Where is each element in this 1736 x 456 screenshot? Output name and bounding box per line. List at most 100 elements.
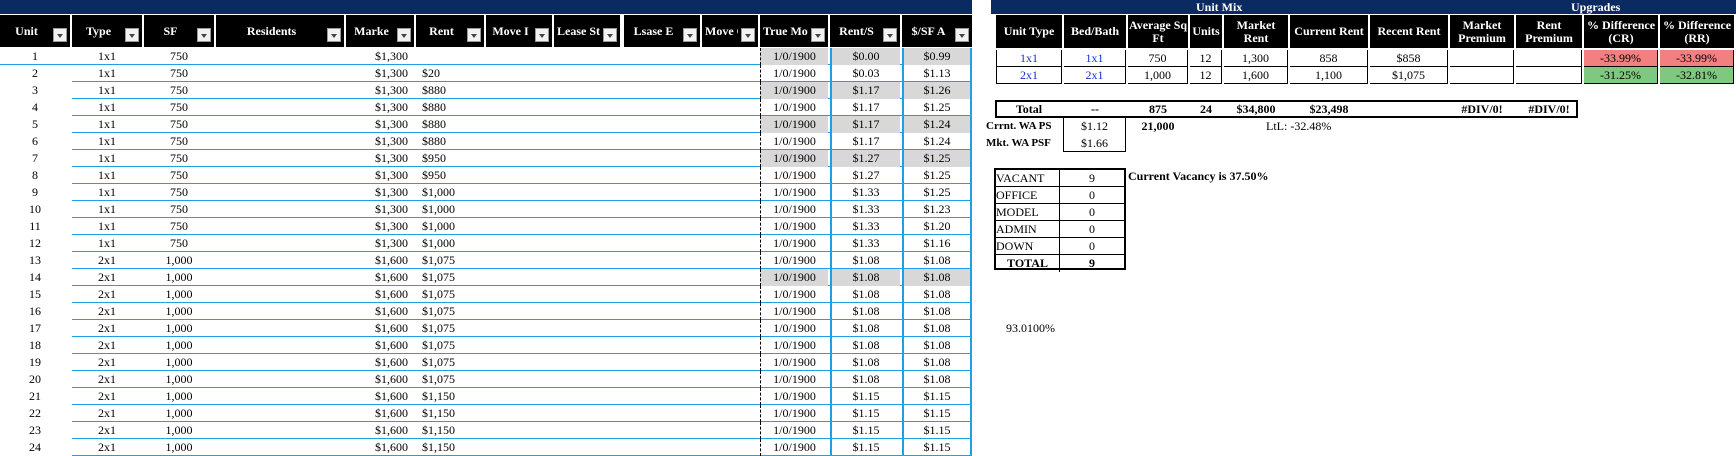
header-label: Type: [85, 24, 112, 38]
table-row[interactable]: 14 2x1 1,000 $1,600 $1,075 1/0/1900 $1.08 $1.08: [0, 269, 972, 286]
filter-dropdown-icon[interactable]: [467, 28, 481, 42]
filter-dropdown-icon[interactable]: [741, 28, 755, 42]
table-row[interactable]: 11 1x1 750 $1,300 $1,000 1/0/1900 $1.33 $1.20: [0, 218, 972, 235]
cell-market: $1,300: [375, 66, 408, 80]
unit-mix-cell-rprem: [1516, 67, 1582, 84]
table-row[interactable]: 7 1x1 750 $1,300 $950 1/0/1900 $1.27 $1.25: [0, 150, 972, 167]
cell-rent: $1,000: [422, 236, 455, 250]
cell-sf-avg: $1.15: [902, 422, 972, 439]
cell-market: $1,300: [375, 219, 408, 233]
table-row[interactable]: 9 1x1 750 $1,300 $1,000 1/0/1900 $1.33 $1.25: [0, 184, 972, 201]
cell-rent: $1,150: [422, 440, 455, 454]
header-label: Lease St: [557, 24, 600, 38]
table-row[interactable]: 23 2x1 1,000 $1,600 $1,150 1/0/1900 $1.15 $1.15: [0, 422, 972, 439]
table-row[interactable]: 2 1x1 750 $1,300 $20 1/0/1900 $0.03 $1.13: [0, 65, 972, 82]
table-row[interactable]: 1 1x1 750 $1,300 1/0/1900 $0.00 $0.99: [0, 48, 972, 65]
filter-dropdown-icon[interactable]: [535, 28, 549, 42]
cell-rent-sf: $1.08: [830, 252, 900, 269]
table-row[interactable]: 5 1x1 750 $1,300 $880 1/0/1900 $1.17 $1.24: [0, 116, 972, 133]
cell-rent: $1,000: [422, 185, 455, 199]
unit-mix-header-bed-bath: Bed/Bath: [1064, 15, 1126, 48]
vacancy-value-model: 0: [1060, 204, 1124, 221]
table-row[interactable]: 19 2x1 1,000 $1,600 $1,075 1/0/1900 $1.08 $1.08: [0, 354, 972, 371]
rent-roll-header-rent: Rent: [416, 15, 484, 47]
table-row[interactable]: 21 2x1 1,000 $1,600 $1,150 1/0/1900 $1.15 $1.15: [0, 388, 972, 405]
table-row[interactable]: 8 1x1 750 $1,300 $950 1/0/1900 $1.27 $1.25: [0, 167, 972, 184]
filter-dropdown-icon[interactable]: [397, 28, 411, 42]
unit-mix-cell-current: 1,100: [1290, 67, 1368, 84]
upgrades-title: Upgrades: [1571, 0, 1621, 14]
cell-sf-avg: $1.08: [902, 371, 972, 388]
filter-dropdown-icon[interactable]: [327, 28, 341, 42]
table-row[interactable]: 12 1x1 750 $1,300 $1,000 1/0/1900 $1.33 $1.16: [0, 235, 972, 252]
cell-sf: 1,000: [165, 372, 193, 386]
unit-mix-cell-recent: $858: [1370, 50, 1448, 67]
cell-sf-avg: $1.26: [902, 82, 972, 99]
cell-sf-avg: $1.08: [902, 252, 972, 269]
cell-type: 2x1: [98, 338, 116, 352]
cell-unit: 9: [32, 185, 38, 199]
cell-market: $1,300: [375, 202, 408, 216]
total-cell-rprem: #DIV/0!: [1528, 102, 1570, 116]
mkt-wa-label: Mkt. WA PSF: [986, 137, 1051, 149]
cell-sf-avg: $1.25: [902, 167, 972, 184]
table-row[interactable]: 15 2x1 1,000 $1,600 $1,075 1/0/1900 $1.08 $1.08: [0, 286, 972, 303]
cell-sf: 750: [170, 219, 188, 233]
cell-market: $1,600: [375, 304, 408, 318]
rent-roll-header-unit: Unit: [0, 15, 70, 47]
cell-type: 2x1: [98, 287, 116, 301]
cell-sf-avg: $1.20: [902, 218, 972, 235]
rent-roll-header-move-i: Move I: [486, 15, 552, 47]
cell-true-move: 1/0/1900: [760, 99, 828, 116]
table-row[interactable]: 6 1x1 750 $1,300 $880 1/0/1900 $1.17 $1.24: [0, 133, 972, 150]
table-row[interactable]: 22 2x1 1,000 $1,600 $1,150 1/0/1900 $1.15 $1.15: [0, 405, 972, 422]
filter-dropdown-icon[interactable]: [683, 28, 697, 42]
filter-dropdown-icon[interactable]: [53, 28, 67, 42]
cell-market: $1,300: [375, 83, 408, 97]
cell-sf-avg: $1.25: [902, 150, 972, 167]
unit-mix-header-current-rent: Current Rent: [1290, 15, 1368, 48]
cell-market: $1,600: [375, 440, 408, 454]
vacancy-total-label: TOTAL: [996, 255, 1060, 272]
table-row[interactable]: 13 2x1 1,000 $1,600 $1,075 1/0/1900 $1.08 $1.08: [0, 252, 972, 269]
header-label: True Mov: [763, 24, 808, 38]
vacancy-total-value: 9: [1089, 256, 1095, 270]
table-row[interactable]: 17 2x1 1,000 $1,600 $1,075 1/0/1900 $1.08 $1.08: [0, 320, 972, 337]
cell-type: 2x1: [98, 321, 116, 335]
cell-sf-avg: $1.08: [902, 337, 972, 354]
cell-sf-avg: $1.08: [902, 269, 972, 286]
cell-type: 2x1: [98, 372, 116, 386]
filter-dropdown-icon[interactable]: [811, 28, 825, 42]
filter-dropdown-icon[interactable]: [125, 28, 139, 42]
table-row[interactable]: 3 1x1 750 $1,300 $880 1/0/1900 $1.17 $1.26: [0, 82, 972, 99]
header-label: $/SF A: [911, 24, 946, 38]
table-row[interactable]: 18 2x1 1,000 $1,600 $1,075 1/0/1900 $1.08 $1.08: [0, 337, 972, 354]
header-label: Rent/S: [839, 24, 874, 38]
unit-mix-cell-dcr: -31.25%: [1584, 67, 1658, 84]
cell-rent-sf: $1.08: [830, 286, 900, 303]
table-row[interactable]: 4 1x1 750 $1,300 $880 1/0/1900 $1.17 $1.25: [0, 99, 972, 116]
cell-unit: 17: [29, 321, 41, 335]
cell-sf-avg: $1.08: [902, 303, 972, 320]
table-row[interactable]: 16 2x1 1,000 $1,600 $1,075 1/0/1900 $1.08 $1.08: [0, 303, 972, 320]
cell-rent: $1,075: [422, 321, 455, 335]
cell-rent-sf: $1.15: [830, 422, 900, 439]
cell-unit: 19: [29, 355, 41, 369]
table-row[interactable]: 20 2x1 1,000 $1,600 $1,075 1/0/1900 $1.08 $1.08: [0, 371, 972, 388]
cell-type: 1x1: [98, 202, 116, 216]
cell-rent: $880: [422, 83, 446, 97]
filter-dropdown-icon[interactable]: [883, 28, 897, 42]
cell-sf-avg: $1.15: [902, 439, 972, 456]
cell-true-move: 1/0/1900: [760, 235, 828, 252]
filter-dropdown-icon[interactable]: [603, 28, 617, 42]
unit-mix-cell-mprem: [1450, 50, 1514, 67]
table-row[interactable]: 10 1x1 750 $1,300 $1,000 1/0/1900 $1.33 $1.23: [0, 201, 972, 218]
cell-type: 1x1: [98, 236, 116, 250]
filter-dropdown-icon[interactable]: [955, 28, 969, 42]
cell-rent-sf: $1.08: [830, 354, 900, 371]
table-row[interactable]: 24 2x1 1,000 $1,600 $1,150 1/0/1900 $1.15 $1.15: [0, 439, 972, 456]
cell-sf-avg: $1.25: [902, 99, 972, 116]
cell-rent-sf: $1.17: [830, 116, 900, 133]
cell-rent: $1,150: [422, 423, 455, 437]
filter-dropdown-icon[interactable]: [197, 28, 211, 42]
